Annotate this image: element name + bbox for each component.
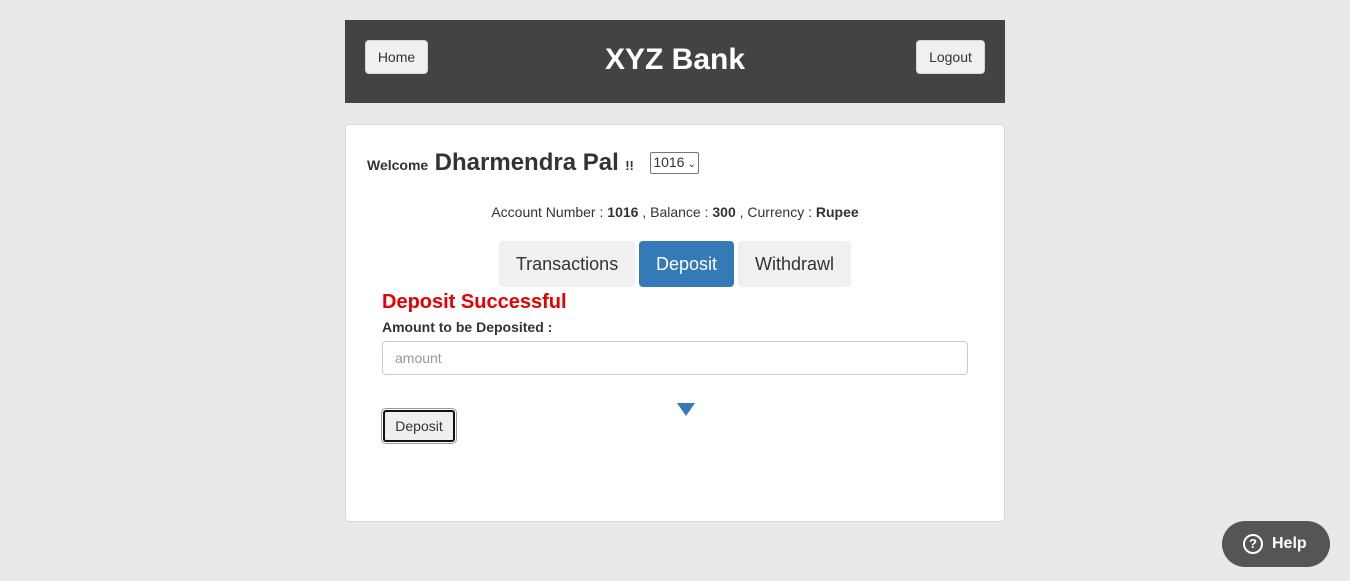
help-button[interactable]: ? Help [1222, 521, 1330, 567]
balance: 300 [712, 204, 736, 220]
tab-deposit[interactable]: Deposit [639, 241, 734, 287]
active-tab-pointer [677, 403, 695, 416]
welcome-suffix: !! [625, 158, 634, 173]
account-select[interactable]: 1016 ⌄ [650, 152, 699, 174]
user-name: Dharmendra Pal [434, 149, 619, 176]
welcome-line: Welcome Dharmendra Pal !! 1016 ⌄ [367, 149, 699, 177]
top-header: Home XYZ Bank Logout [345, 20, 1005, 103]
help-label: Help [1272, 535, 1307, 552]
welcome-text: Welcome [367, 157, 429, 173]
account-info: Account Number : 1016 , Balance : 300 , … [346, 204, 1004, 220]
question-circle-icon: ? [1243, 534, 1263, 554]
tab-withdrawl[interactable]: Withdrawl [738, 241, 851, 287]
currency-label: , Currency : [739, 204, 812, 220]
currency: Rupee [815, 204, 859, 220]
main-panel: Welcome Dharmendra Pal !! 1016 ⌄ Account … [345, 124, 1005, 522]
balance-label: , Balance : [642, 204, 709, 220]
chevron-down-icon: ⌄ [687, 159, 696, 170]
deposit-submit-button[interactable]: Deposit [381, 408, 457, 444]
account-number-label: Account Number : [491, 204, 604, 220]
amount-label: Amount to be Deposited : [382, 319, 553, 335]
tab-transactions[interactable]: Transactions [499, 241, 635, 287]
bank-title: XYZ Bank [604, 43, 746, 76]
deposit-success-message: Deposit Successful [382, 291, 567, 313]
account-select-value: 1016 [653, 154, 685, 170]
account-number: 1016 [607, 204, 639, 220]
amount-input[interactable] [382, 341, 968, 375]
logout-button[interactable]: Logout [916, 40, 985, 74]
